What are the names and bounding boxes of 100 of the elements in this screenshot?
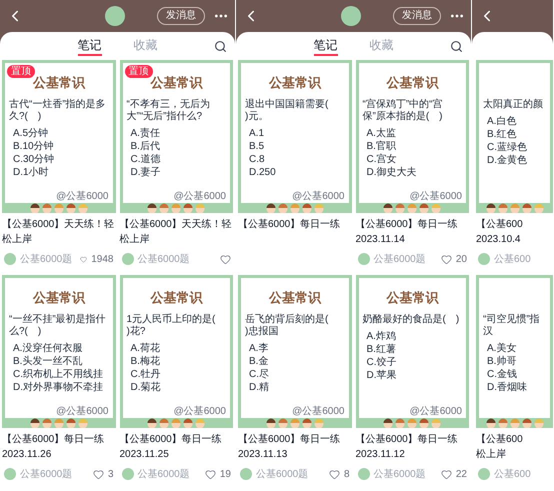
note-cover[interactable]: 公基常识 1元人民币上印的是( )花? A.荷花 B.梅花 C.牡丹 D.菊花 @公基6000 <box>120 275 233 428</box>
cover-watermark: @公基6000 <box>174 191 226 203</box>
note-title: 2023.11.12 <box>356 448 405 462</box>
answer-option: A.没穿任何衣服 <box>13 342 108 355</box>
note-cover[interactable]: 置顶 公基常识 “不孝有三，无后为大”“无后”指什么? A.责任 B.后代 C.道德 D.妻子 @公基6000 <box>120 60 233 213</box>
author-avatar <box>358 468 370 480</box>
note-title: 【公基600 <box>476 432 523 447</box>
answer-option: D.250 <box>249 166 344 179</box>
cartoon-figures-drawing <box>382 203 442 213</box>
author-avatar <box>478 253 490 265</box>
note-title: 松上岸 <box>120 232 150 247</box>
question-text: 太阳真正的颜 <box>483 99 544 111</box>
note-title: 【公基6000】每日一练 <box>120 432 222 447</box>
answer-option: A.李 <box>249 342 344 355</box>
note-cover[interactable]: 公基常识 “一丝不挂”最初是指什么?( ) A.没穿任何衣服 B.头发一丝不乱 C.织布机上不用线挂 D.对外界事物不牵挂 @公基6000 <box>2 275 116 428</box>
question-text: 奶酪最好的食品是( ) <box>362 314 460 326</box>
author-avatar <box>240 468 252 480</box>
cover-logo-text: 公基常识 <box>32 75 86 91</box>
author-name: 公基6000题 <box>138 468 190 482</box>
author-avatar <box>4 468 16 480</box>
cover-watermark: @公基6000 <box>56 191 108 203</box>
answer-option: C.织布机上不用线挂 <box>13 368 108 381</box>
like-icon[interactable] <box>220 254 231 264</box>
like-icon[interactable] <box>328 468 340 480</box>
note-cover[interactable]: 公基常识 退出中国国籍需要( )元。 A.1 B.5 C.8 D.250 @公基6000 <box>238 60 352 213</box>
like-icon[interactable] <box>440 468 452 480</box>
answer-option: A.白色 <box>487 115 546 128</box>
answer-option: A.5分钟 <box>13 127 108 140</box>
note-cover[interactable]: 公基常识 奶酪最好的食品是( ) A.炸鸡 B.红薯 C.饺子 D.苹果 @公基6000 <box>356 275 469 428</box>
cover-logo-text: 公基常识 <box>149 75 204 91</box>
answer-option: B.梅花 <box>130 355 226 368</box>
cover-watermark: @公基6000 <box>56 406 108 418</box>
question-text: 岳飞的背后刻的是( )忠报国 <box>245 314 330 338</box>
author-name: 公基600 <box>494 252 531 266</box>
note-title: 【公基6000】天天练！轻 <box>120 218 232 232</box>
cartoon-figures-drawing <box>264 418 325 428</box>
profile-avatar[interactable] <box>105 6 125 26</box>
cartoon-figures-drawing <box>28 203 89 213</box>
note-cover[interactable]: 太阳真正的颜 A.白色 B.红色 C.蓝绿色 D.金黄色 <box>476 60 553 213</box>
note-cover[interactable]: 公基常识 岳飞的背后刻的是( )忠报国 A.李 B.金 C.尽 D.精 @公基6000 <box>238 275 352 428</box>
like-count: 8 <box>344 468 350 482</box>
note-cover[interactable]: 置顶 公基常识 古代“一炷香”指的是多久?( ) A.5分钟 B.10分钟 C.30分钟 D.1小时 @公基6000 <box>2 60 116 213</box>
answer-option: C.尽 <box>249 368 344 381</box>
like-count: 1948 <box>91 252 114 266</box>
author-name: 公基6000题 <box>138 252 190 266</box>
cartoon-figures-drawing <box>146 418 206 428</box>
cover-logo-text: 公基常识 <box>149 290 204 306</box>
answer-option: B.红薯 <box>366 343 462 356</box>
cover-watermark: @公基6000 <box>174 406 226 418</box>
note-title: 2023.11.25 <box>120 448 169 462</box>
send-message-button[interactable]: 发消息 <box>393 7 441 25</box>
send-message-button[interactable]: 发消息 <box>157 7 205 25</box>
author-avatar <box>122 253 134 265</box>
note-cover[interactable]: “司空见惯”指汉 A.美女 B.帅哥 C.金钱 D.香烟味 <box>476 275 553 428</box>
answer-option: D.菊花 <box>130 381 226 394</box>
like-icon[interactable] <box>92 468 104 480</box>
search-icon[interactable] <box>450 40 463 52</box>
question-text: “一丝不挂”最初是指什么?( ) <box>9 314 107 338</box>
answer-option: A.美女 <box>487 342 546 355</box>
cartoon-figures-drawing <box>264 203 325 213</box>
answer-option: C.金钱 <box>487 368 546 381</box>
note-title: 2023.11.13 <box>238 448 288 462</box>
answer-option: D.对外界事物不牵挂 <box>13 381 108 394</box>
answer-option: A.荷花 <box>130 342 226 355</box>
like-count: 20 <box>456 252 467 266</box>
cartoon-figures-drawing <box>484 418 544 428</box>
like-count: 3 <box>108 468 114 482</box>
profile-avatar[interactable] <box>341 6 361 26</box>
cartoon-figures-drawing <box>484 203 544 213</box>
answer-option: D.精 <box>249 381 344 394</box>
note-title: 【公基6000】每日一练 <box>2 432 104 447</box>
like-icon[interactable] <box>204 468 216 480</box>
note-title: 【公基6000】每日一练 <box>356 218 458 232</box>
answer-option: B.后代 <box>130 140 226 153</box>
like-icon[interactable] <box>440 254 452 264</box>
pinned-badge: 置顶 <box>124 65 152 78</box>
answer-option: B.帅哥 <box>487 355 546 368</box>
answer-option: C.30分钟 <box>13 153 108 166</box>
note-title: 松上岸 <box>476 448 506 462</box>
author-name: 公基6000题 <box>20 468 72 482</box>
answer-option: D.金黄色 <box>487 154 546 167</box>
cartoon-figures-drawing <box>146 203 206 213</box>
cover-logo-text: 公基常识 <box>385 75 440 91</box>
profile-tab[interactable]: 笔记 <box>314 36 338 56</box>
answer-option: B.10分钟 <box>13 140 108 153</box>
search-icon[interactable] <box>214 40 227 52</box>
cover-watermark: @公基6000 <box>292 406 344 418</box>
author-name: 公基6000题 <box>374 468 426 482</box>
like-count: 22 <box>456 468 467 482</box>
answer-option: C.道德 <box>130 153 226 166</box>
question-text: 退出中国国籍需要( )元。 <box>245 99 330 123</box>
author-avatar <box>4 253 16 265</box>
answer-option: D.1小时 <box>13 166 108 179</box>
cover-watermark: @公基6000 <box>292 191 344 203</box>
answer-option: A.1 <box>249 127 344 140</box>
question-text: “不孝有三，无后为大”“无后”指什么? <box>126 99 211 123</box>
answer-option: B.红色 <box>487 128 546 141</box>
answer-option: A.责任 <box>130 127 226 140</box>
note-cover[interactable]: 公基常识 “宫保鸡丁”中的“宫保”原本指的是( ) A.太监 B.官职 C.宫女 D.御史大夫 @公基6000 <box>356 60 469 213</box>
profile-tab[interactable]: 笔记 <box>78 36 102 56</box>
